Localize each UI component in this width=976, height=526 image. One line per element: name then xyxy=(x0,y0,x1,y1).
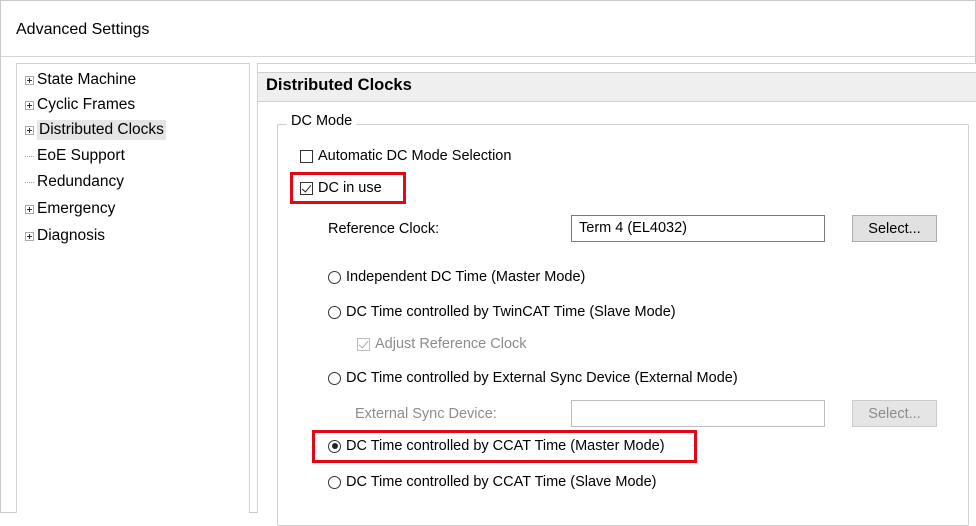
checkbox-box[interactable] xyxy=(300,181,313,195)
tree-item-cyclic-frames[interactable]: Cyclic Frames xyxy=(25,93,135,117)
tree-item-redundancy[interactable]: Redundancy xyxy=(25,170,124,194)
tree-item-diagnosis[interactable]: Diagnosis xyxy=(25,224,105,248)
tree-item-label: Distributed Clocks xyxy=(37,120,166,140)
tree-item-label: Redundancy xyxy=(37,173,125,190)
radio-label: Independent DC Time (Master Mode) xyxy=(346,269,586,285)
external-sync-device-field[interactable] xyxy=(571,400,825,427)
expand-icon[interactable] xyxy=(25,100,34,110)
settings-panel: Distributed Clocks DC Mode Automatic DC … xyxy=(257,63,976,526)
tree-item-label: Diagnosis xyxy=(37,227,106,244)
radio-label: DC Time controlled by CCAT Time (Slave M… xyxy=(346,474,657,490)
tree-item-label: Cyclic Frames xyxy=(37,96,136,113)
external-sync-select-button[interactable]: Select... xyxy=(852,400,937,427)
tree-item-distributed-clocks[interactable]: Distributed Clocks xyxy=(25,118,166,142)
radio-circle[interactable] xyxy=(328,475,341,489)
auto-dc-mode-label: Automatic DC Mode Selection xyxy=(318,148,512,164)
panel-title: Distributed Clocks xyxy=(266,76,412,94)
advanced-settings-window: Advanced Settings State Machine Cyclic F… xyxy=(0,0,976,526)
tree-item-state-machine[interactable]: State Machine xyxy=(25,68,136,92)
checkbox-box[interactable] xyxy=(357,337,370,351)
external-sync-device-label: External Sync Device: xyxy=(355,406,497,422)
radio-independent-dc-time[interactable]: Independent DC Time (Master Mode) xyxy=(328,269,585,285)
tree-item-emergency[interactable]: Emergency xyxy=(25,197,115,221)
checkbox-box[interactable] xyxy=(300,149,313,163)
radio-circle[interactable] xyxy=(328,371,341,385)
expand-icon[interactable] xyxy=(25,125,34,135)
auto-dc-mode-checkbox[interactable]: Automatic DC Mode Selection xyxy=(300,148,511,164)
radio-dc-twincat-slave[interactable]: DC Time controlled by TwinCAT Time (Slav… xyxy=(328,304,676,320)
radio-dc-external-sync[interactable]: DC Time controlled by External Sync Devi… xyxy=(328,370,738,386)
title-bar: Advanced Settings xyxy=(1,1,975,57)
radio-circle[interactable] xyxy=(328,439,341,453)
panel-header: Distributed Clocks xyxy=(258,72,976,102)
tree-item-eoe-support[interactable]: EoE Support xyxy=(25,144,125,168)
radio-label: DC Time controlled by External Sync Devi… xyxy=(346,370,738,386)
dc-in-use-label: DC in use xyxy=(318,180,382,196)
radio-label: DC Time controlled by CCAT Time (Master … xyxy=(346,438,665,454)
radio-label: DC Time controlled by TwinCAT Time (Slav… xyxy=(346,304,676,320)
settings-tree: State Machine Cyclic Frames Distributed … xyxy=(16,63,250,513)
radio-circle[interactable] xyxy=(328,305,341,319)
tree-item-label: Emergency xyxy=(37,200,116,217)
tree-item-label: State Machine xyxy=(37,71,137,88)
radio-dc-ccat-slave[interactable]: DC Time controlled by CCAT Time (Slave M… xyxy=(328,474,657,490)
reference-clock-field[interactable]: Term 4 (EL4032) xyxy=(571,215,825,242)
tree-connector-line xyxy=(25,155,34,157)
tree-connector-line xyxy=(25,181,34,183)
radio-dc-ccat-master[interactable]: DC Time controlled by CCAT Time (Master … xyxy=(328,438,665,454)
reference-clock-select-button[interactable]: Select... xyxy=(852,215,937,242)
tree-item-label: EoE Support xyxy=(37,147,125,164)
adjust-reference-clock-checkbox[interactable]: Adjust Reference Clock xyxy=(357,336,527,352)
dc-mode-group-label: DC Mode xyxy=(287,113,357,129)
dc-in-use-checkbox[interactable]: DC in use xyxy=(300,180,382,196)
adjust-reference-clock-label: Adjust Reference Clock xyxy=(375,336,527,352)
expand-icon[interactable] xyxy=(25,231,34,241)
reference-clock-label: Reference Clock: xyxy=(328,221,440,237)
window-title: Advanced Settings xyxy=(16,21,150,38)
radio-circle[interactable] xyxy=(328,270,341,284)
expand-icon[interactable] xyxy=(25,75,34,85)
expand-icon[interactable] xyxy=(25,204,34,214)
